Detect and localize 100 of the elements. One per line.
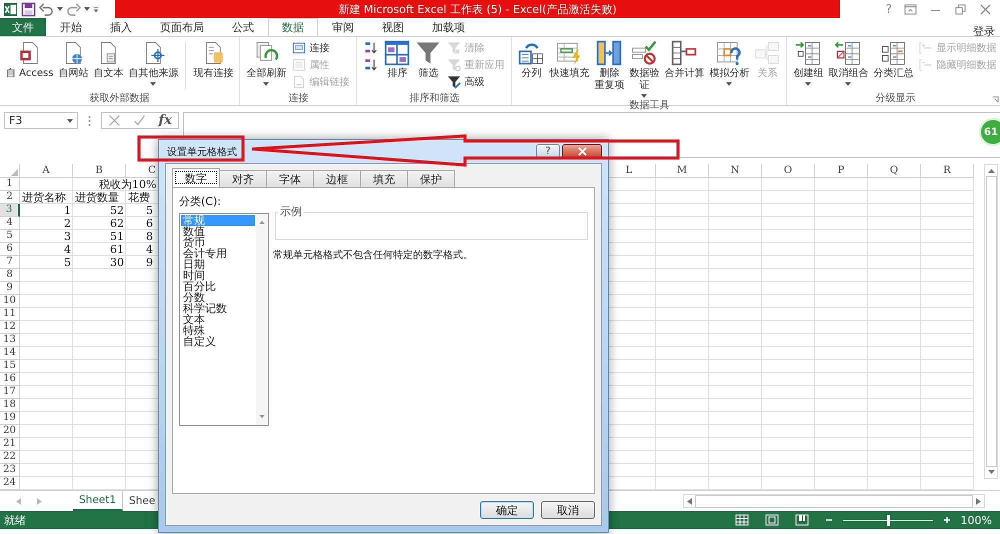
ribbon-button[interactable]: 排序 — [382, 40, 412, 80]
dialog-tab[interactable]: 字体 — [266, 170, 314, 187]
ribbon-button[interactable]: 合并计算 — [662, 40, 706, 80]
scroll-up-icon[interactable] — [259, 220, 265, 224]
cancel-button[interactable]: 取消 — [541, 501, 595, 519]
dialog-launcher-icon[interactable] — [992, 96, 1000, 103]
row-header[interactable]: 16 — [0, 373, 20, 386]
column-header[interactable]: P — [815, 164, 868, 178]
insert-function-button[interactable]: fx — [158, 113, 172, 128]
row-header[interactable]: 6 — [0, 243, 20, 256]
category-item[interactable]: 数值 — [181, 226, 255, 237]
row-header[interactable]: 23 — [0, 464, 20, 477]
zoom-in-icon[interactable] — [942, 516, 951, 524]
row-header[interactable]: 21 — [0, 438, 20, 451]
ribbon-button[interactable]: 连接 — [292, 40, 350, 56]
ribbon-button[interactable]: 自文本 — [91, 40, 126, 80]
row-header[interactable]: 4 — [0, 217, 20, 230]
row-header[interactable]: 24 — [0, 477, 20, 490]
ribbon-tab[interactable]: 视图 — [368, 18, 418, 36]
row-header[interactable]: 9 — [0, 282, 20, 295]
ribbon-tab[interactable]: 页面布局 — [146, 18, 218, 36]
column-header[interactable]: R — [921, 164, 974, 178]
scroll-right-icon[interactable] — [976, 498, 981, 504]
scroll-down-icon[interactable] — [988, 470, 994, 475]
ribbon-button[interactable]: 数据验 证 — [627, 40, 662, 98]
sort-button[interactable] — [364, 57, 378, 73]
row-header[interactable]: 7 — [0, 256, 20, 269]
page-layout-icon[interactable] — [764, 514, 779, 526]
help-button[interactable]: ? — [886, 2, 892, 16]
row-header[interactable]: 2 — [0, 191, 20, 204]
close-icon[interactable] — [979, 4, 992, 14]
category-item[interactable]: 会计专用 — [181, 248, 255, 259]
row-header[interactable]: 14 — [0, 347, 20, 360]
row-header[interactable]: 15 — [0, 360, 20, 373]
file-tab[interactable]: 文件 — [0, 18, 46, 36]
ribbon-button[interactable]: 分列 — [516, 40, 546, 80]
category-item[interactable]: 自定义 — [181, 336, 255, 347]
spreadsheet-logo-icon[interactable] — [3, 2, 18, 16]
ribbon-tab[interactable]: 加载项 — [418, 18, 479, 36]
ribbon-button[interactable]: 取消组合 — [826, 40, 870, 86]
sort-button[interactable] — [364, 40, 378, 56]
restore-icon[interactable] — [954, 4, 967, 14]
ribbon-tab[interactable]: 数据 — [268, 18, 318, 36]
column-header[interactable]: M — [656, 164, 709, 178]
dialog-tab[interactable]: 填充 — [360, 170, 408, 187]
scroll-up-icon[interactable] — [988, 168, 994, 173]
dialog-tab[interactable]: 保护 — [407, 170, 455, 187]
ribbon-button[interactable]: 自 Access — [4, 40, 56, 80]
category-list[interactable]: 常规 数值 货币 会计专用 日期 时间 百分比 分数 科学记数 文本 特殊 自定义 — [179, 213, 269, 426]
redo-icon[interactable] — [66, 2, 81, 16]
ribbon-tab[interactable]: 插入 — [96, 18, 146, 36]
category-item[interactable]: 时间 — [181, 270, 255, 281]
category-item[interactable]: 日期 — [181, 259, 255, 270]
zoom-level[interactable]: 100% — [960, 514, 996, 526]
row-header[interactable]: 11 — [0, 308, 20, 321]
row-header[interactable]: 17 — [0, 386, 20, 399]
dialog-tab[interactable]: 对齐 — [219, 170, 267, 187]
row-header[interactable]: 10 — [0, 295, 20, 308]
ribbon-button[interactable]: 删除 重复项 — [592, 40, 626, 92]
category-item[interactable]: 货币 — [181, 237, 255, 248]
save-icon[interactable] — [21, 2, 36, 16]
ribbon-options-icon[interactable] — [904, 4, 917, 14]
ribbon-tab[interactable]: 公式 — [218, 18, 268, 36]
row-header[interactable]: 8 — [0, 269, 20, 282]
zoom-slider-thumb[interactable] — [886, 514, 890, 526]
category-item[interactable]: 文本 — [181, 314, 255, 325]
row-header[interactable]: 18 — [0, 399, 20, 412]
column-header[interactable]: A — [20, 164, 73, 178]
row-header[interactable]: 12 — [0, 321, 20, 334]
ribbon-tab[interactable]: 开始 — [46, 18, 96, 36]
ribbon-button[interactable]: 自其他来源 — [126, 40, 180, 86]
ribbon-button[interactable]: 模拟分析 — [707, 40, 752, 86]
ribbon-button[interactable]: 高级 — [447, 74, 504, 90]
undo-icon[interactable] — [39, 2, 54, 16]
normal-view-icon[interactable] — [734, 514, 749, 526]
row-header[interactable]: 20 — [0, 425, 20, 438]
row-header[interactable]: 1 — [0, 178, 20, 191]
category-item[interactable]: 分数 — [181, 292, 255, 303]
category-item[interactable]: 科学记数 — [181, 303, 255, 314]
row-header[interactable]: 5 — [0, 230, 20, 243]
resize-handle-icon[interactable] — [88, 115, 91, 127]
row-header[interactable]: 3 — [0, 204, 20, 217]
dialog-tab[interactable]: 数字 — [172, 168, 220, 187]
horizontal-scrollbar[interactable] — [683, 494, 985, 508]
ribbon-button[interactable]: 现有连接 — [191, 40, 236, 80]
name-box[interactable]: F3 — [4, 112, 78, 129]
ribbon-button[interactable]: 全部刷新 — [244, 40, 288, 86]
column-header[interactable]: Q — [868, 164, 921, 178]
customize-icon[interactable] — [93, 4, 99, 14]
row-header[interactable]: 22 — [0, 451, 20, 464]
column-header[interactable]: B — [73, 164, 126, 178]
ribbon-button[interactable]: 创建组 — [791, 40, 826, 86]
sheet-tab[interactable]: Sheet1 — [73, 491, 124, 511]
ribbon-tab[interactable]: 审阅 — [318, 18, 368, 36]
scroll-left-icon[interactable] — [687, 498, 692, 504]
dialog-tab[interactable]: 边框 — [313, 170, 361, 187]
row-header[interactable]: 13 — [0, 334, 20, 347]
ribbon-button[interactable]: 自网站 — [56, 40, 90, 80]
row-header[interactable]: 19 — [0, 412, 20, 425]
sign-in-link[interactable]: 登录 — [973, 18, 1000, 39]
